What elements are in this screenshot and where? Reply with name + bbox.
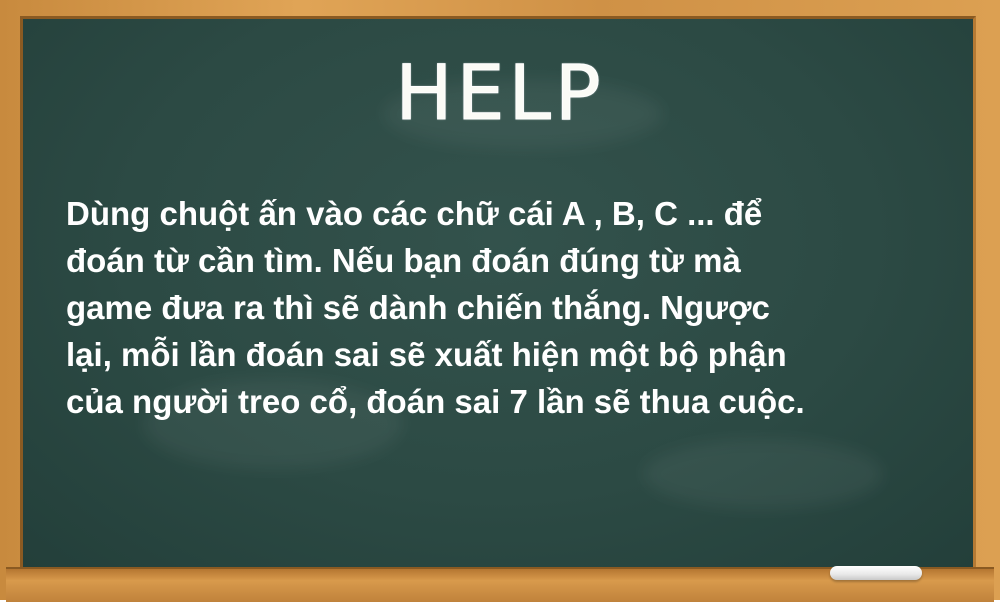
chalk-stick-icon [830, 566, 922, 580]
help-title: HELP [395, 48, 605, 138]
chalk-smudge [643, 439, 883, 509]
instruction-line: của người treo cổ, đoán sai 7 lần sẽ thu… [66, 383, 805, 420]
help-instructions: Dùng chuột ấn vào các chữ cái A , B, C .… [66, 190, 956, 425]
instruction-line: Dùng chuột ấn vào các chữ cái A , B, C .… [66, 195, 763, 232]
instruction-line: lại, mỗi lần đoán sai sẽ xuất hiện một b… [66, 336, 787, 373]
instruction-line: game đưa ra thì sẽ dành chiến thắng. Ngư… [66, 289, 770, 326]
instruction-line: đoán từ cần tìm. Nếu bạn đoán đúng từ mà [66, 242, 741, 279]
